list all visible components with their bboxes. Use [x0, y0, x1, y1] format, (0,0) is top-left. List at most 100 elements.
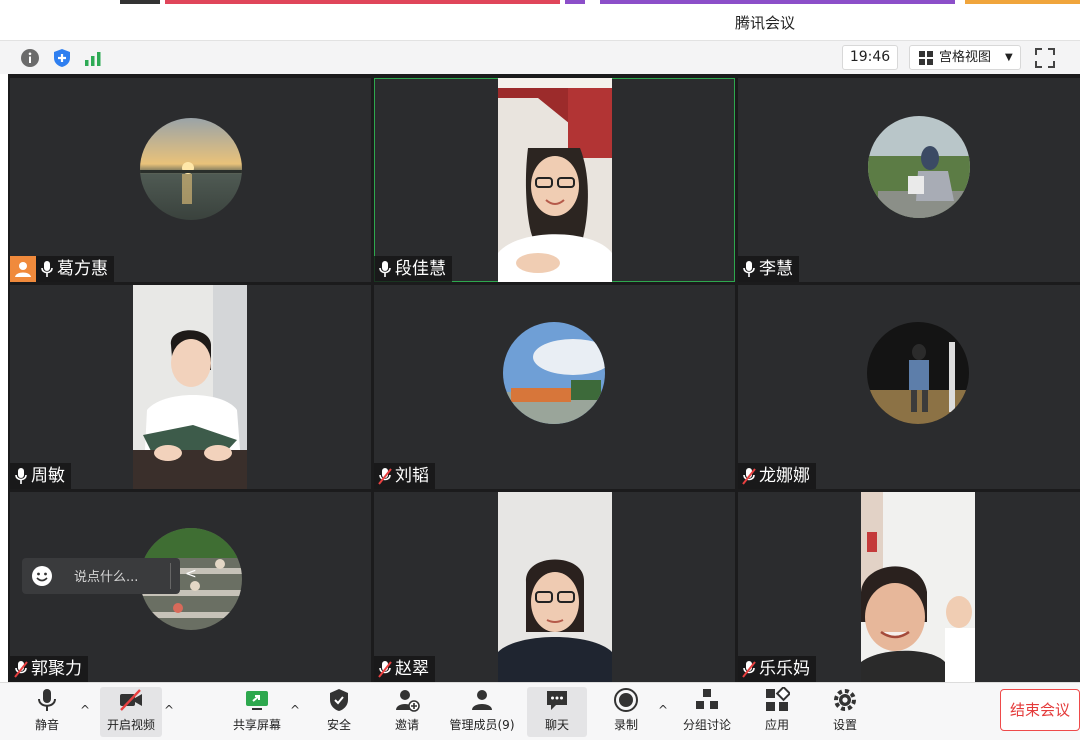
video-options-caret[interactable]: ^	[164, 703, 174, 717]
emoji-icon[interactable]	[30, 564, 54, 588]
record-options-caret[interactable]: ^	[658, 703, 668, 717]
mic-icon	[743, 261, 755, 277]
participant-tile[interactable]: 葛方惠	[10, 78, 371, 282]
participant-avatar	[140, 118, 242, 220]
add-user-icon	[396, 690, 420, 712]
meeting-clock: 19:46	[842, 45, 898, 70]
participant-name-bar: 葛方惠	[36, 256, 114, 282]
participant-name-bar: 刘韬	[374, 463, 435, 489]
participant-name-bar: 段佳慧	[374, 256, 452, 282]
participant-name: 李慧	[759, 259, 793, 279]
members-icon	[472, 690, 492, 710]
chat-label: 聊天	[544, 718, 569, 732]
chevron-left-icon[interactable]: <	[185, 566, 197, 582]
microphone-icon	[38, 689, 56, 711]
title-bar: 腾讯会议	[0, 4, 1080, 40]
video-button[interactable]: 开启视频	[100, 687, 162, 737]
participant-video	[133, 285, 247, 489]
record-button[interactable]: 录制	[610, 687, 642, 737]
share-screen-button[interactable]: 共享屏幕	[228, 687, 286, 737]
mic-icon	[15, 468, 27, 484]
camera-off-icon	[120, 689, 142, 711]
grid-view-icon	[919, 51, 933, 65]
apps-label: 应用	[764, 718, 789, 732]
breakout-rooms-button[interactable]: 分组讨论	[680, 687, 734, 737]
mute-label: 静音	[34, 718, 59, 732]
manage-members-button[interactable]: 管理成员(9)	[446, 687, 518, 737]
security-button[interactable]: 安全	[322, 687, 356, 737]
breakout-rooms-icon	[696, 689, 718, 709]
view-mode-label: 宫格视图	[939, 50, 992, 65]
participant-name: 周敏	[31, 466, 65, 486]
participant-video	[861, 492, 975, 682]
mic-icon	[379, 261, 391, 277]
participant-tile-active-speaker[interactable]: 段佳慧	[374, 78, 735, 282]
participant-name: 乐乐妈	[759, 659, 810, 679]
mic-icon	[41, 261, 53, 277]
settings-button[interactable]: 设置	[828, 687, 862, 737]
network-signal-icon[interactable]	[83, 48, 103, 68]
participant-name: 赵翠	[395, 659, 429, 679]
share-screen-icon	[246, 691, 268, 710]
mic-muted-icon	[378, 468, 392, 485]
participant-name: 葛方惠	[57, 259, 108, 279]
mic-muted-icon	[742, 468, 756, 485]
chat-bubble-icon	[547, 691, 567, 710]
participant-name: 龙娜娜	[759, 466, 810, 486]
apps-icon	[766, 687, 790, 711]
video-label: 开启视频	[106, 718, 155, 732]
host-icon	[15, 262, 31, 277]
security-label: 安全	[326, 718, 351, 732]
mute-options-caret[interactable]: ^	[80, 703, 90, 717]
host-badge	[10, 256, 36, 282]
meeting-info-bar: 19:46 宫格视图 ▼	[0, 40, 1080, 74]
end-meeting-button[interactable]: 结束会议	[1000, 689, 1080, 731]
chat-divider	[170, 563, 171, 589]
settings-label: 设置	[832, 718, 857, 732]
participant-name: 段佳慧	[395, 259, 446, 279]
share-screen-label: 共享屏幕	[232, 718, 281, 732]
participant-tile[interactable]: 周敏	[10, 285, 371, 489]
apps-button[interactable]: 应用	[760, 687, 794, 737]
participant-video	[498, 78, 612, 282]
info-icon[interactable]	[20, 48, 40, 68]
view-mode-dropdown[interactable]: 宫格视图 ▼	[909, 45, 1021, 70]
chevron-down-icon: ▼	[1005, 52, 1013, 63]
participant-name-bar: 郭聚力	[10, 656, 88, 682]
participant-tile[interactable]: 李慧	[738, 78, 1080, 282]
fullscreen-icon[interactable]	[1034, 47, 1056, 69]
chat-button[interactable]: 聊天	[527, 687, 587, 737]
participant-name-bar: 乐乐妈	[738, 656, 816, 682]
record-icon	[614, 688, 638, 712]
participant-name-bar: 周敏	[10, 463, 71, 489]
chat-input-placeholder[interactable]: 说点什么...	[74, 566, 138, 585]
participant-tile[interactable]: 龙娜娜	[738, 285, 1080, 489]
window-title: 腾讯会议	[734, 14, 795, 32]
participant-name: 刘韬	[395, 466, 429, 486]
mic-muted-icon	[14, 661, 28, 678]
participant-avatar	[503, 322, 605, 424]
quick-chat-popup[interactable]: 说点什么... <	[22, 558, 197, 594]
invite-button[interactable]: 邀请	[390, 687, 424, 737]
security-shield-icon	[330, 689, 348, 711]
shield-icon[interactable]	[52, 48, 72, 68]
share-options-caret[interactable]: ^	[290, 703, 300, 717]
participant-name-bar: 赵翠	[374, 656, 435, 682]
mic-muted-icon	[378, 661, 392, 678]
mute-button[interactable]: 静音	[28, 687, 66, 737]
participant-avatar	[867, 322, 969, 424]
mic-muted-icon	[742, 661, 756, 678]
meeting-toolbar: 静音 ^ 开启视频 ^ 共享屏幕 ^ 安全 邀请 管理成员(9) 聊天 录制 ^…	[0, 682, 1080, 740]
participant-name-bar: 李慧	[738, 256, 799, 282]
participant-tile[interactable]: 乐乐妈	[738, 492, 1080, 682]
participant-tile[interactable]: 刘韬	[374, 285, 735, 489]
participant-name-bar: 龙娜娜	[738, 463, 816, 489]
record-label: 录制	[613, 718, 638, 732]
participant-tile[interactable]: 赵翠	[374, 492, 735, 682]
participant-video	[498, 492, 612, 682]
invite-label: 邀请	[394, 718, 419, 732]
participant-name: 郭聚力	[31, 659, 82, 679]
manage-members-label: 管理成员(9)	[449, 718, 515, 732]
breakout-rooms-label: 分组讨论	[682, 718, 731, 732]
participant-avatar	[868, 116, 970, 218]
